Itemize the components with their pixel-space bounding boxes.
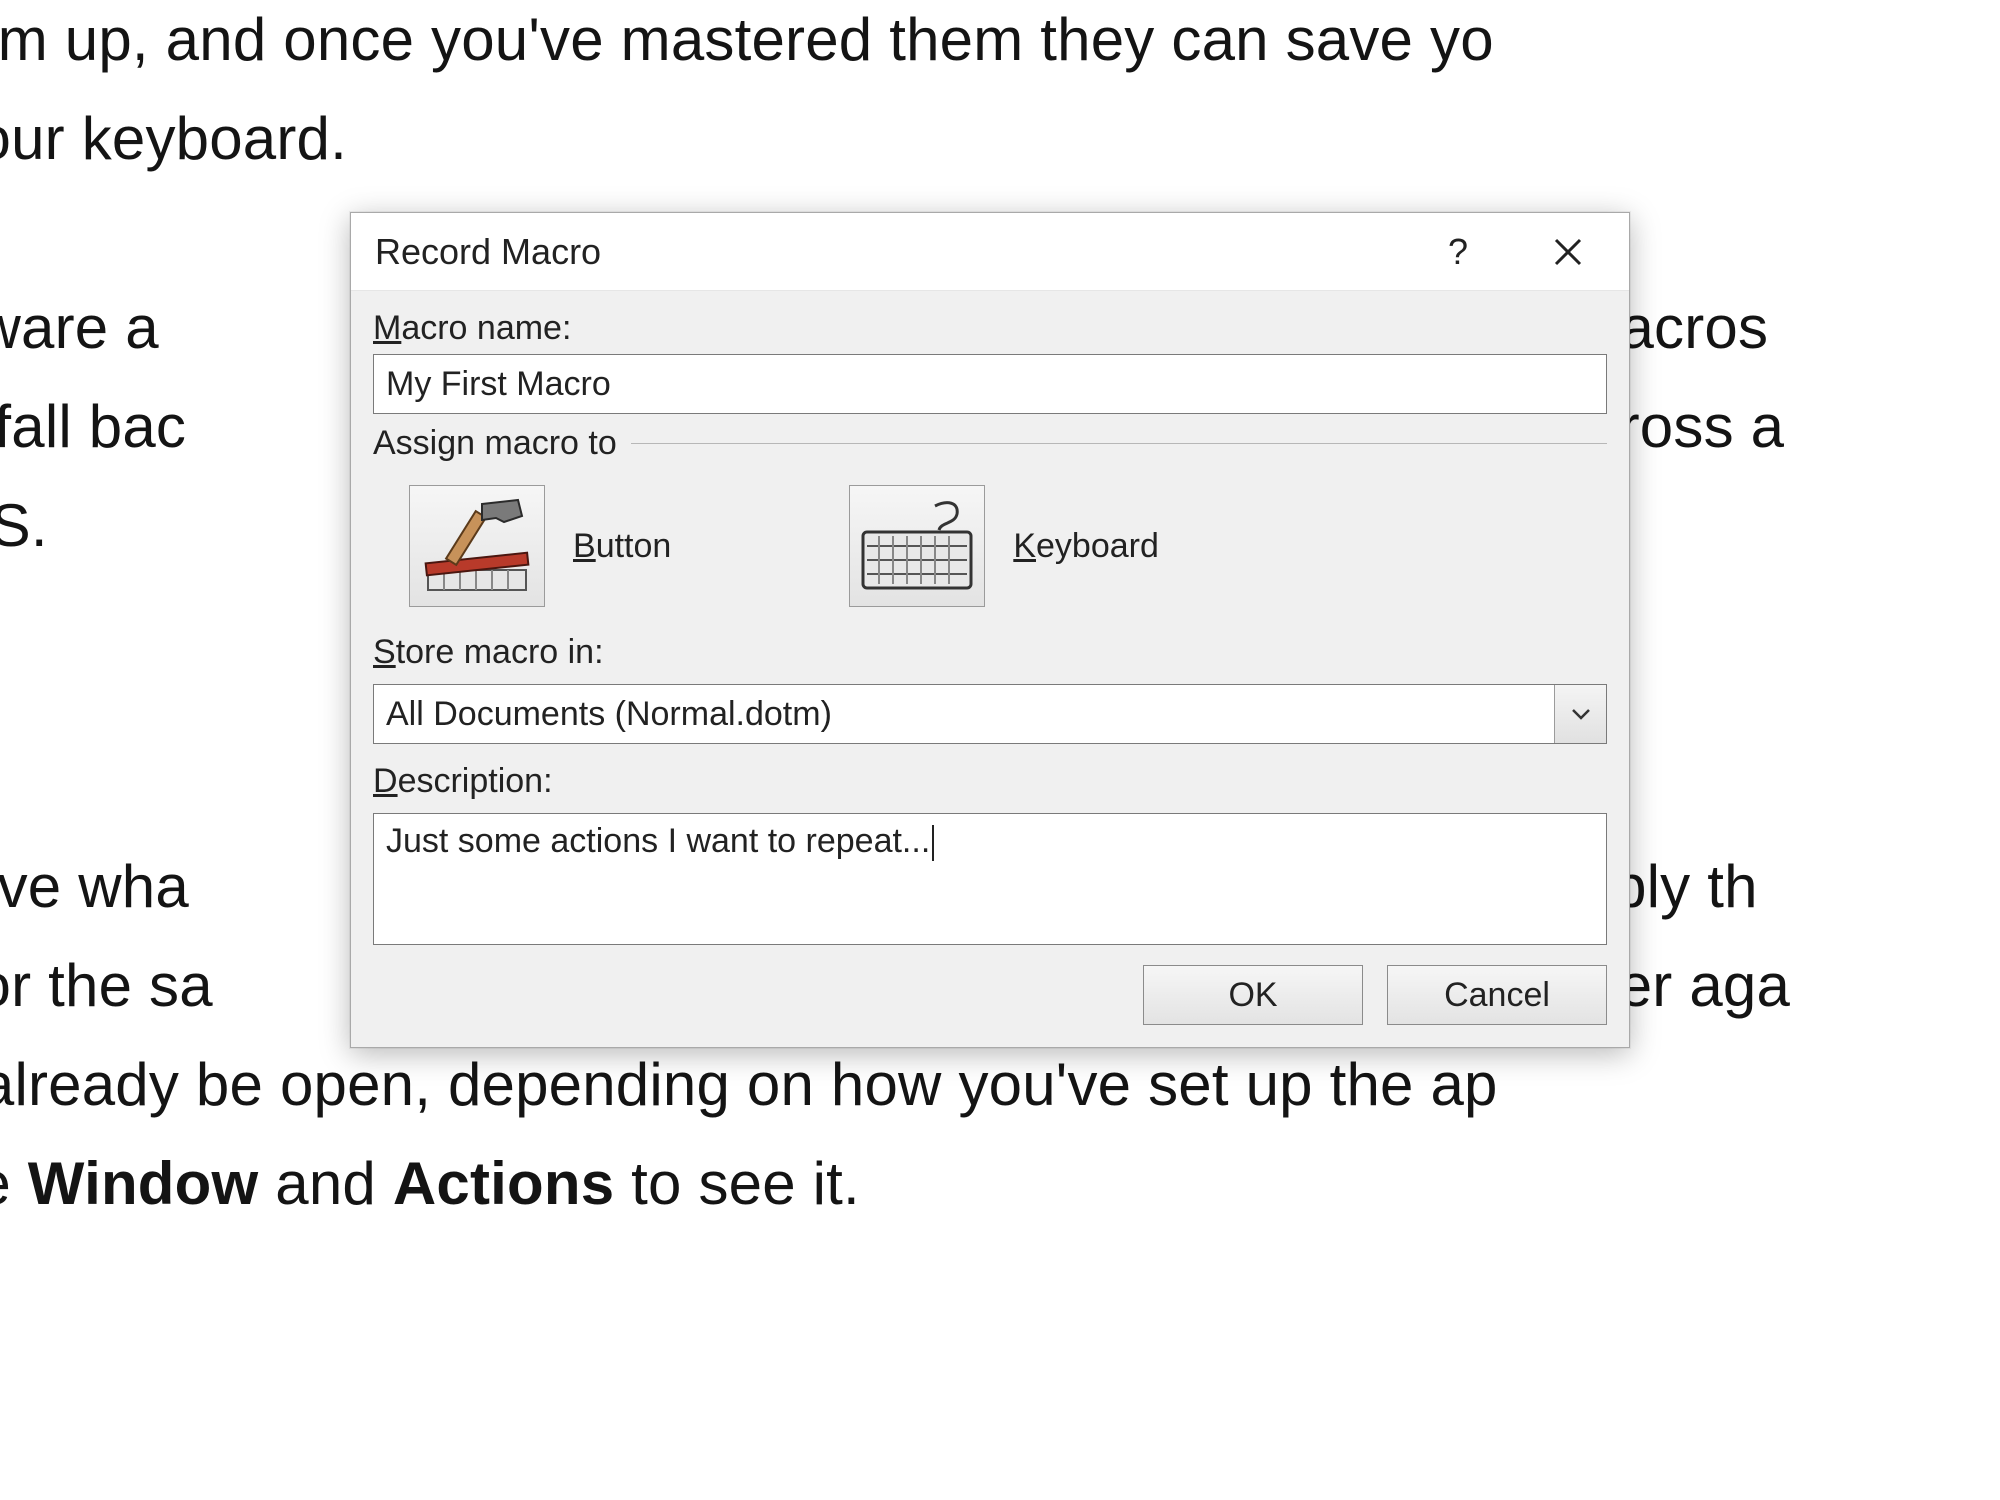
hammer-toolbar-icon [422, 496, 532, 596]
store-macro-value: All Documents (Normal.dotm) [386, 695, 832, 734]
cancel-button[interactable]: Cancel [1387, 965, 1607, 1025]
assign-macro-label: Assign macro to [373, 424, 617, 463]
dialog-titlebar: Record Macro ? [351, 213, 1629, 291]
macro-name-label: Macro name: [373, 309, 571, 348]
description-input[interactable]: Just some actions I want to repeat... [373, 813, 1607, 945]
record-macro-dialog: Record Macro ? Macro name: Assign macro … [350, 212, 1630, 1048]
chevron-down-icon [1554, 685, 1606, 743]
dialog-body: Macro name: Assign macro to [351, 291, 1629, 1047]
bg-line: ght already be open, depending on how yo… [0, 1035, 2000, 1134]
close-icon [1553, 237, 1583, 267]
dialog-button-row: OK Cancel [373, 965, 1607, 1025]
bg-line: oose Window and Actions to see it. [0, 1134, 2000, 1233]
text-caret [932, 825, 934, 861]
close-button[interactable] [1531, 223, 1605, 281]
assign-macro-row: Button [409, 485, 1607, 607]
bg-line: at your keyboard. [0, 89, 2000, 188]
divider [631, 443, 1607, 444]
ok-button[interactable]: OK [1143, 965, 1363, 1025]
dialog-title: Record Macro [375, 231, 1385, 273]
bg-line: t them up, and once you've mastered them… [0, 0, 2000, 89]
help-button[interactable]: ? [1421, 223, 1495, 281]
keyboard-icon [857, 496, 977, 596]
assign-to-button[interactable] [409, 485, 545, 607]
assign-to-button-label: Button [573, 527, 671, 566]
assign-to-keyboard[interactable] [849, 485, 985, 607]
assign-to-keyboard-label: Keyboard [1013, 527, 1159, 566]
macro-name-input[interactable] [373, 354, 1607, 414]
description-label: Description: [373, 762, 553, 801]
store-macro-label: Store macro in: [373, 633, 604, 672]
store-macro-select[interactable]: All Documents (Normal.dotm) [373, 684, 1607, 744]
